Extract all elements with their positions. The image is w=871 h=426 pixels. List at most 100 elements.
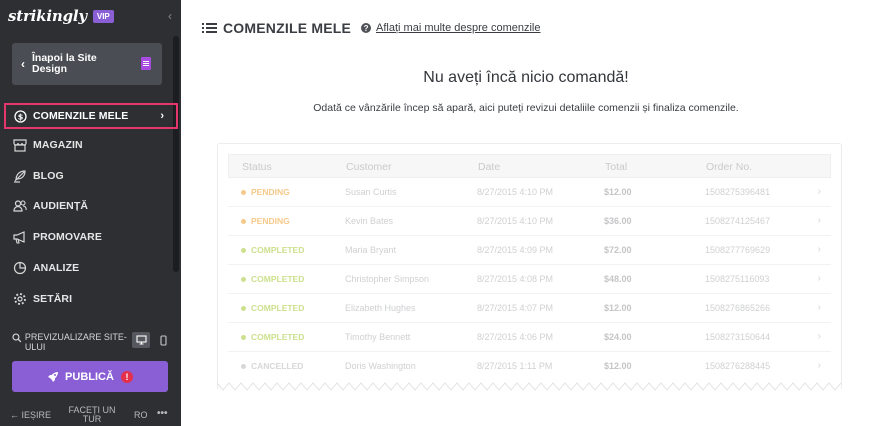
megaphone-icon <box>13 230 27 244</box>
order-number: 1508274125467 <box>705 216 771 226</box>
order-number: 1508273150644 <box>705 332 771 342</box>
empty-state-subtitle: Odată ce vânzările încep să apară, aici … <box>313 102 739 114</box>
more-options-icon[interactable]: ••• <box>157 408 168 419</box>
alert-icon: ! <box>120 370 133 383</box>
order-date: 8/27/2015 1:11 PM <box>477 361 553 371</box>
status-label: PENDING <box>251 187 290 197</box>
people-icon <box>13 199 27 213</box>
sidebar-item-label: ANALIZE <box>33 262 80 274</box>
feather-icon <box>13 169 27 183</box>
publish-label: PUBLICĂ <box>65 370 114 383</box>
status-label: COMPLETED <box>251 274 305 284</box>
status-dot <box>241 189 246 195</box>
customer-name: Susan Curtis <box>345 187 397 197</box>
customer-name: Christopher Simpson <box>345 274 430 284</box>
mobile-preview-button[interactable] <box>154 332 172 348</box>
collapse-sidebar-icon[interactable]: ‹ <box>168 9 172 23</box>
order-date: 8/27/2015 4:09 PM <box>477 245 554 255</box>
order-date: 8/27/2015 4:06 PM <box>477 332 554 342</box>
order-total: $48.00 <box>604 274 632 284</box>
table-row: COMPLETED Timothy Bennett 8/27/2015 4:06… <box>228 323 831 352</box>
status-badge: COMPLETED <box>241 274 304 284</box>
sidebar-item-label: PROMOVARE <box>33 231 102 243</box>
preview-label: PREVIZUALIZARE SITE-ULUI <box>24 332 127 352</box>
chevron-right-icon: › <box>817 186 821 197</box>
brand: strikingly VIP <box>8 7 114 25</box>
publish-button[interactable]: PUBLICĂ ! <box>12 361 168 392</box>
dollar-circle-icon: $ <box>13 109 27 123</box>
table-header: Status Customer Date Total Order No. <box>228 154 831 178</box>
sidebar-footer: ← IEȘIRE FACEȚI UN TUR RO ••• <box>0 404 181 426</box>
chevron-right-icon: › <box>817 360 821 371</box>
main-content: COMENZILE MELE ? Aflați mai multe despre… <box>181 0 871 426</box>
sidebar-item-my-orders[interactable]: $ COMENZILE MELE › <box>4 103 178 129</box>
table-row: CANCELLED Doris Washington 8/27/2015 1:1… <box>228 352 831 381</box>
status-dot <box>241 334 246 340</box>
sidebar-item-settings[interactable]: SETĂRI <box>0 287 181 311</box>
chevron-left-icon: ‹ <box>21 57 25 71</box>
sidebar-item-audience[interactable]: AUDIENȚĂ <box>0 194 181 218</box>
column-header-date: Date <box>478 161 501 173</box>
search-icon <box>12 333 22 343</box>
torn-edge <box>217 382 842 391</box>
status-badge: CANCELLED <box>241 361 303 371</box>
order-date: 8/27/2015 4:08 PM <box>477 274 554 284</box>
orders-table-preview: Status Customer Date Total Order No. PEN… <box>217 143 842 389</box>
table-row: COMPLETED Elizabeth Hughes 8/27/2015 4:0… <box>228 294 831 323</box>
status-badge: COMPLETED <box>241 332 304 342</box>
back-button-label: Înapoi la Site Design <box>32 52 97 75</box>
order-date: 8/27/2015 4:10 PM <box>477 216 554 226</box>
learn-more-link[interactable]: Aflați mai multe despre comenzile <box>376 22 540 34</box>
status-dot <box>241 305 246 311</box>
status-label: COMPLETED <box>251 245 305 255</box>
order-date: 8/27/2015 4:10 PM <box>477 187 554 197</box>
list-icon <box>202 23 217 33</box>
desktop-preview-button[interactable] <box>132 332 151 348</box>
pie-chart-icon <box>13 261 27 275</box>
empty-state-title: Nu aveți încă nicio comandă! <box>423 69 629 86</box>
status-dot <box>241 276 246 282</box>
rocket-icon <box>48 371 59 382</box>
take-tour-link[interactable]: FACEȚI UN TUR <box>62 406 122 424</box>
order-total: $24.00 <box>604 332 632 342</box>
column-header-status: Status <box>242 161 272 173</box>
chevron-right-icon: › <box>817 273 821 284</box>
gear-icon <box>13 292 27 306</box>
chevron-right-icon: › <box>817 244 821 255</box>
column-header-total: Total <box>605 161 628 173</box>
page-title: COMENZILE MELE <box>223 20 352 36</box>
exit-link[interactable]: ← IEȘIRE <box>10 410 51 420</box>
logo[interactable]: strikingly <box>8 7 87 25</box>
sidebar-item-analytics[interactable]: ANALIZE <box>0 256 181 280</box>
back-to-site-design-button[interactable]: ‹ Înapoi la Site Design <box>12 43 162 85</box>
sidebar-item-label: AUDIENȚĂ <box>33 200 89 212</box>
language-selector[interactable]: RO <box>134 410 148 420</box>
column-header-order-no: Order No. <box>706 161 753 173</box>
exit-label: IEȘIRE <box>21 410 52 420</box>
table-row: PENDING Kevin Bates 8/27/2015 4:10 PM $3… <box>228 207 831 236</box>
customer-name: Doris Washington <box>345 361 416 371</box>
status-label: COMPLETED <box>251 303 305 313</box>
sidebar-item-promote[interactable]: PROMOVARE <box>0 225 181 249</box>
status-label: PENDING <box>251 216 290 226</box>
page-header: COMENZILE MELE ? Aflați mai multe despre… <box>202 20 541 36</box>
chevron-right-icon: › <box>817 215 821 226</box>
status-badge: COMPLETED <box>241 303 304 313</box>
order-date: 8/27/2015 4:07 PM <box>477 303 554 313</box>
order-number: 1508277769629 <box>705 245 771 255</box>
svg-text:$: $ <box>17 112 23 121</box>
chevron-right-icon: › <box>817 331 821 342</box>
document-icon <box>141 57 151 70</box>
order-number: 1508275396481 <box>705 187 771 197</box>
customer-name: Maria Bryant <box>345 245 397 255</box>
status-label: COMPLETED <box>251 332 305 342</box>
customer-name: Kevin Bates <box>345 216 394 226</box>
customer-name: Timothy Bennett <box>345 332 411 342</box>
table-row: COMPLETED Christopher Simpson 8/27/2015 … <box>228 265 831 294</box>
order-total: $12.00 <box>604 361 632 371</box>
sidebar-item-store[interactable]: MAGAZIN <box>0 133 181 157</box>
table-row: COMPLETED Maria Bryant 8/27/2015 4:09 PM… <box>228 236 831 265</box>
status-badge: COMPLETED <box>241 245 304 255</box>
sidebar-item-blog[interactable]: BLOG <box>0 164 181 188</box>
order-number: 1508276288445 <box>705 361 771 371</box>
